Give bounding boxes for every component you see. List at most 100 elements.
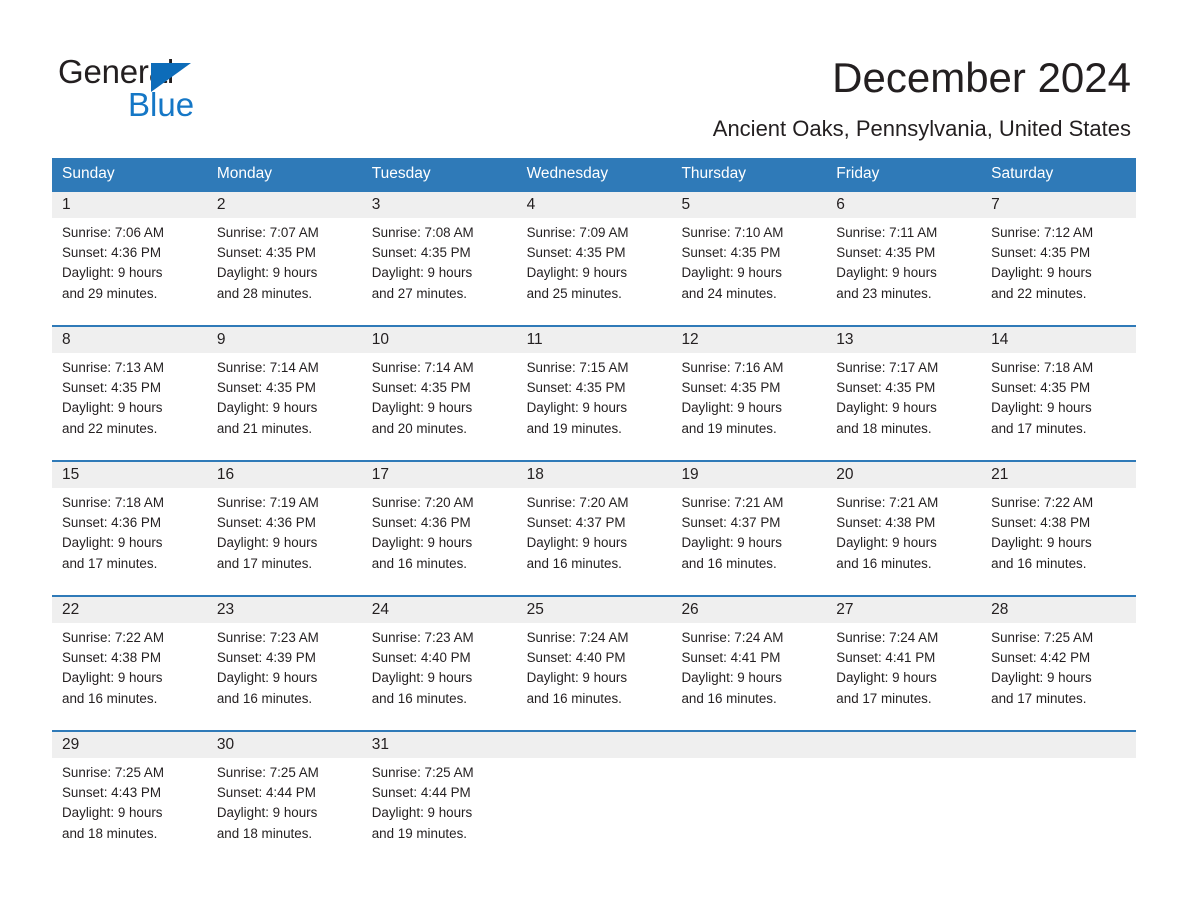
calendar-grid: Sunday Monday Tuesday Wednesday Thursday… (52, 158, 1136, 842)
calendar-page: General Blue December 2024 Ancient Oaks,… (0, 0, 1188, 918)
calendar-week-row: 29 Sunrise: 7:25 AM Sunset: 4:43 PM Dayligh… (52, 730, 1136, 842)
day-number: 28 (991, 601, 1009, 618)
daylight-text-line1: Daylight: 9 hours (371, 670, 473, 686)
daylight-text-line2: and 25 minutes. (526, 285, 622, 301)
day-cell[interactable]: 6 Sunrise: 7:11 AM Sunset: 4:35 PM Daylight… (826, 192, 981, 325)
day-cell[interactable]: 26 Sunrise: 7:24 AM Sunset: 4:41 PM Dayligh… (671, 597, 826, 730)
sunset-text: Sunset: 4:35 PM (62, 380, 161, 396)
day-cell[interactable]: 9 Sunrise: 7:14 AM Sunset: 4:35 PM Daylight… (207, 327, 362, 460)
day-cell[interactable]: 30 Sunrise: 7:25 AM Sunset: 4:44 PM Dayligh… (207, 732, 362, 842)
day-sun-info: Sunrise: 7:18 AM Sunset: 4:36 PM Daylight:… (62, 493, 199, 574)
daylight-text-line1: Daylight: 9 hours (62, 670, 163, 686)
day-cell[interactable]: 11 Sunrise: 7:15 AM Sunset: 4:35 PM Dayligh… (517, 327, 672, 460)
day-cell[interactable]: 23 Sunrise: 7:23 AM Sunset: 4:39 PM Dayligh… (207, 597, 362, 730)
day-sun-info: Sunrise: 7:22 AM Sunset: 4:38 PM Daylight:… (62, 628, 199, 709)
daylight-text-line2: and 28 minutes. (216, 285, 313, 301)
day-number: 23 (216, 601, 235, 618)
sunrise-text: Sunrise: 7:20 AM (371, 495, 474, 510)
day-sun-info: Sunrise: 7:13 AM Sunset: 4:35 PM Daylight:… (62, 358, 199, 439)
day-cell[interactable]: 13 Sunrise: 7:17 AM Sunset: 4:35 PM Dayligh… (826, 327, 981, 460)
day-cell[interactable]: 2 Sunrise: 7:07 AM Sunset: 4:35 PM Daylight… (207, 192, 362, 325)
day-sun-info: Sunrise: 7:08 AM Sunset: 4:35 PM Daylight:… (372, 223, 509, 304)
day-number: 10 (371, 331, 389, 348)
day-cell[interactable]: 12 Sunrise: 7:16 AM Sunset: 4:35 PM Dayligh… (671, 327, 826, 460)
day-sun-info: Sunrise: 7:24 AM Sunset: 4:41 PM Daylight:… (681, 628, 818, 709)
daylight-text-line1: Daylight: 9 hours (216, 535, 318, 551)
day-cell[interactable]: 20 Sunrise: 7:21 AM Sunset: 4:38 PM Dayligh… (826, 462, 981, 595)
weekday-header-row: Sunday Monday Tuesday Wednesday Thursday… (52, 158, 1136, 190)
day-sun-info: Sunrise: 7:21 AM Sunset: 4:37 PM Daylight:… (681, 493, 818, 574)
day-cell[interactable]: 25 Sunrise: 7:24 AM Sunset: 4:40 PM Dayligh… (517, 597, 672, 730)
sunrise-text: Sunrise: 7:25 AM (216, 765, 319, 780)
day-cell[interactable]: 22 Sunrise: 7:22 AM Sunset: 4:38 PM Dayligh… (52, 597, 207, 730)
day-cell[interactable]: 24 Sunrise: 7:23 AM Sunset: 4:40 PM Dayligh… (362, 597, 517, 730)
sunrise-text: Sunrise: 7:25 AM (371, 765, 474, 780)
daylight-text-line1: Daylight: 9 hours (991, 400, 1092, 416)
day-cell[interactable]: 19 Sunrise: 7:21 AM Sunset: 4:37 PM Dayligh… (671, 462, 826, 595)
sunrise-text: Sunrise: 7:07 AM (216, 225, 319, 240)
day-cell[interactable]: 15 Sunrise: 7:18 AM Sunset: 4:36 PM Dayligh… (52, 462, 207, 595)
day-cell[interactable]: 3 Sunrise: 7:08 AM Sunset: 4:35 PM Daylight… (362, 192, 517, 325)
day-cell[interactable]: 5 Sunrise: 7:10 AM Sunset: 4:35 PM Daylight… (671, 192, 826, 325)
daylight-text-line2: and 18 minutes. (216, 825, 313, 841)
sunset-text: Sunset: 4:42 PM (991, 650, 1091, 666)
day-cell[interactable]: 1 Sunrise: 7:06 AM Sunset: 4:36 PM Daylight… (52, 192, 207, 325)
day-cell[interactable]: 28 Sunrise: 7:25 AM Sunset: 4:42 PM Dayligh… (981, 597, 1136, 730)
daylight-text-line2: and 18 minutes. (836, 420, 932, 436)
day-cell[interactable]: 18 Sunrise: 7:20 AM Sunset: 4:37 PM Dayligh… (517, 462, 672, 595)
day-number: 27 (836, 601, 854, 618)
daylight-text-line2: and 29 minutes. (62, 285, 158, 301)
sunrise-text: Sunrise: 7:13 AM (62, 360, 164, 375)
daylight-text-line2: and 23 minutes. (836, 285, 932, 301)
sunrise-text: Sunrise: 7:24 AM (526, 630, 629, 645)
weekday-header-sunday: Sunday (62, 165, 115, 182)
page-title: December 2024 (832, 54, 1131, 101)
day-number: 7 (991, 196, 1000, 213)
sunrise-text: Sunrise: 7:25 AM (62, 765, 164, 780)
day-cell[interactable]: 29 Sunrise: 7:25 AM Sunset: 4:43 PM Dayligh… (52, 732, 207, 842)
daylight-text-line2: and 17 minutes. (62, 555, 158, 571)
day-cell[interactable]: 10 Sunrise: 7:14 AM Sunset: 4:35 PM Dayligh… (362, 327, 517, 460)
day-sun-info: Sunrise: 7:19 AM Sunset: 4:36 PM Daylight:… (217, 493, 354, 574)
day-cell[interactable]: 31 Sunrise: 7:25 AM Sunset: 4:44 PM Dayligh… (362, 732, 517, 842)
day-number: 8 (62, 331, 71, 348)
sunrise-text: Sunrise: 7:25 AM (991, 630, 1094, 645)
weekday-header-wednesday: Wednesday (526, 165, 609, 182)
sunrise-text: Sunrise: 7:18 AM (991, 360, 1094, 375)
daylight-text-line1: Daylight: 9 hours (526, 535, 628, 551)
day-cell[interactable]: 14 Sunrise: 7:18 AM Sunset: 4:35 PM Dayligh… (981, 327, 1136, 460)
daylight-text-line2: and 16 minutes. (681, 690, 777, 706)
daylight-text-line1: Daylight: 9 hours (371, 535, 473, 551)
sunrise-text: Sunrise: 7:24 AM (681, 630, 784, 645)
sunset-text: Sunset: 4:38 PM (836, 515, 936, 531)
day-cell[interactable]: 16 Sunrise: 7:19 AM Sunset: 4:36 PM Dayligh… (207, 462, 362, 595)
calendar-week-row: 1 Sunrise: 7:06 AM Sunset: 4:36 PM Daylight… (52, 190, 1136, 325)
daylight-text-line2: and 19 minutes. (681, 420, 777, 436)
day-cell[interactable]: 4 Sunrise: 7:09 AM Sunset: 4:35 PM Daylight… (517, 192, 672, 325)
sunset-text: Sunset: 4:35 PM (371, 380, 471, 396)
daylight-text-line2: and 16 minutes. (991, 555, 1087, 571)
day-sun-info: Sunrise: 7:06 AM Sunset: 4:36 PM Daylight:… (62, 223, 199, 304)
day-sun-info: Sunrise: 7:21 AM Sunset: 4:38 PM Daylight:… (836, 493, 973, 574)
day-cell[interactable]: 7 Sunrise: 7:12 AM Sunset: 4:35 PM Daylight… (981, 192, 1136, 325)
calendar-weeks: 1 Sunrise: 7:06 AM Sunset: 4:36 PM Daylight… (52, 190, 1136, 842)
day-number: 29 (62, 736, 80, 753)
day-cell[interactable]: 21 Sunrise: 7:22 AM Sunset: 4:38 PM Dayligh… (981, 462, 1136, 595)
day-cell[interactable]: 17 Sunrise: 7:20 AM Sunset: 4:36 PM Dayligh… (362, 462, 517, 595)
sunset-text: Sunset: 4:43 PM (62, 785, 161, 801)
day-cell[interactable]: 27 Sunrise: 7:24 AM Sunset: 4:41 PM Dayligh… (826, 597, 981, 730)
daylight-text-line2: and 17 minutes. (216, 555, 313, 571)
day-sun-info: Sunrise: 7:20 AM Sunset: 4:36 PM Daylight:… (372, 493, 509, 574)
generalblue-logo[interactable]: General Blue (58, 52, 318, 124)
sunset-text: Sunset: 4:35 PM (216, 245, 316, 261)
daylight-text-line1: Daylight: 9 hours (681, 670, 782, 686)
daylight-text-line1: Daylight: 9 hours (991, 265, 1092, 281)
daylight-text-line2: and 16 minutes. (216, 690, 313, 706)
day-number: 30 (216, 736, 235, 753)
day-cell[interactable]: 8 Sunrise: 7:13 AM Sunset: 4:35 PM Daylight… (52, 327, 207, 460)
daylight-text-line1: Daylight: 9 hours (681, 535, 782, 551)
sunrise-text: Sunrise: 7:16 AM (681, 360, 784, 375)
day-number: 11 (526, 331, 543, 348)
daylight-text-line1: Daylight: 9 hours (836, 670, 937, 686)
sunset-text: Sunset: 4:38 PM (991, 515, 1091, 531)
